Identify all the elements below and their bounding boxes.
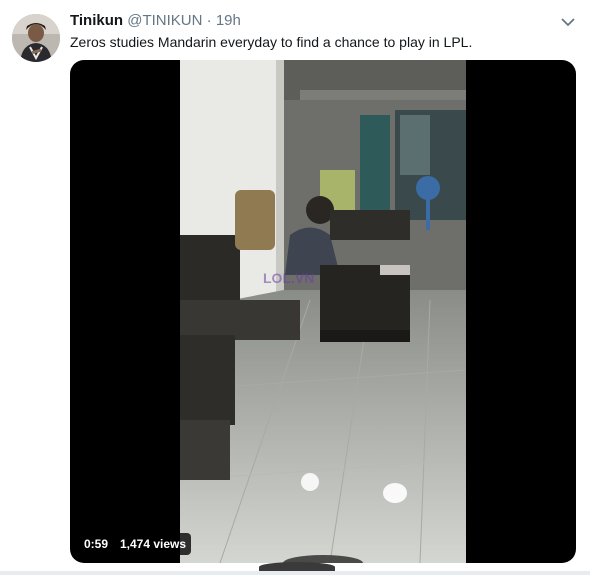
card-bottom-border bbox=[0, 571, 590, 575]
video-frame bbox=[180, 60, 466, 563]
video-views: 1,474 views bbox=[115, 533, 192, 555]
video-watermark: LOL.VN bbox=[263, 270, 315, 286]
chevron-down-icon[interactable] bbox=[560, 14, 576, 30]
tweet-card[interactable]: Tinikun @TINIKUN · 19h Zeros studies Man… bbox=[0, 0, 590, 575]
tweet-header: Tinikun @TINIKUN · 19h bbox=[70, 12, 241, 30]
video-player[interactable]: LOL.VN 0:59 1,474 views bbox=[70, 60, 576, 563]
avatar[interactable] bbox=[12, 14, 60, 62]
author-handle[interactable]: @TINIKUN bbox=[127, 12, 202, 29]
author-name[interactable]: Tinikun bbox=[70, 12, 123, 29]
video-duration: 0:59 bbox=[79, 533, 114, 555]
avatar-image bbox=[12, 14, 60, 62]
tweet-timestamp[interactable]: 19h bbox=[216, 12, 241, 29]
tweet-text: Zeros studies Mandarin everyday to find … bbox=[70, 34, 473, 50]
separator-dot: · bbox=[206, 12, 212, 29]
